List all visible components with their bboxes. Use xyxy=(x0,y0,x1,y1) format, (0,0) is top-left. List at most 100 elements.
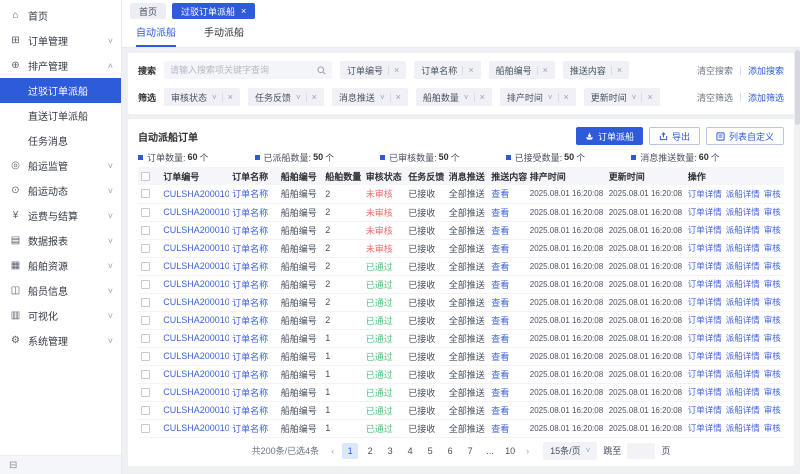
audit-link[interactable]: 审核 xyxy=(764,243,781,253)
order-name-link[interactable]: 订单名称 xyxy=(229,329,278,347)
dispatch-detail-link[interactable]: 派船详情 xyxy=(726,261,760,271)
filter-dropdown-tag[interactable]: 消息推送 ˅ × xyxy=(332,88,408,106)
sidebar-item[interactable]: ¥ 运费与结算 ˅ xyxy=(0,203,121,228)
sidebar-item[interactable]: ⌂ 首页 xyxy=(0,3,121,28)
order-number-link[interactable]: CULSHA200010001 xyxy=(160,311,229,329)
order-name-link[interactable]: 订单名称 xyxy=(229,311,278,329)
order-detail-link[interactable]: 订单详情 xyxy=(688,279,722,289)
dispatch-detail-link[interactable]: 派船详情 xyxy=(726,333,760,343)
push-content-view-link[interactable]: 查看 xyxy=(488,221,526,239)
page-number-button[interactable]: 3 xyxy=(382,443,398,459)
audit-link[interactable]: 审核 xyxy=(764,315,781,325)
filter-dropdown-tag[interactable]: 船舶数量 ˅ × xyxy=(416,88,492,106)
close-icon[interactable]: × xyxy=(396,92,401,102)
close-tab-icon[interactable]: × xyxy=(241,6,246,16)
order-detail-link[interactable]: 订单详情 xyxy=(688,333,722,343)
audit-link[interactable]: 审核 xyxy=(764,351,781,361)
order-detail-link[interactable]: 订单详情 xyxy=(688,405,722,415)
row-checkbox[interactable] xyxy=(141,352,150,361)
order-name-link[interactable]: 订单名称 xyxy=(229,293,278,311)
sidebar-item[interactable]: ▥ 可视化 ˅ xyxy=(0,303,121,328)
push-content-view-link[interactable]: 查看 xyxy=(488,203,526,221)
order-detail-link[interactable]: 订单详情 xyxy=(688,261,722,271)
chevron-down-icon[interactable]: ˅ xyxy=(548,93,553,102)
export-button[interactable]: 导出 xyxy=(649,127,700,145)
row-checkbox[interactable] xyxy=(141,298,150,307)
row-checkbox[interactable] xyxy=(141,262,150,271)
close-icon[interactable]: × xyxy=(647,92,652,102)
order-name-link[interactable]: 订单名称 xyxy=(229,383,278,401)
sidebar-item[interactable]: ▦ 船舶资源 ˅ xyxy=(0,253,121,278)
order-detail-link[interactable]: 订单详情 xyxy=(688,207,722,217)
chevron-down-icon[interactable]: ˅ xyxy=(632,93,637,102)
close-icon[interactable]: × xyxy=(617,65,622,75)
push-content-view-link[interactable]: 查看 xyxy=(488,293,526,311)
page-number-button[interactable]: 10 xyxy=(502,443,518,459)
push-content-view-link[interactable]: 查看 xyxy=(488,185,526,203)
sidebar-item[interactable]: ⚙ 系统管理 ˅ xyxy=(0,328,121,353)
dispatch-order-button[interactable]: 订单派船 xyxy=(576,127,643,145)
search-box[interactable] xyxy=(164,61,332,79)
close-icon[interactable]: × xyxy=(468,65,473,75)
audit-link[interactable]: 审核 xyxy=(764,423,781,433)
row-checkbox[interactable] xyxy=(141,244,150,253)
page-number-button[interactable]: 4 xyxy=(402,443,418,459)
order-detail-link[interactable]: 订单详情 xyxy=(688,351,722,361)
order-number-link[interactable]: CULSHA200010001 xyxy=(160,347,229,365)
filter-dropdown-tag[interactable]: 审核状态 ˅ × xyxy=(164,88,240,106)
sidebar-item[interactable]: ⊕ 排产管理 ˄ xyxy=(0,53,121,78)
order-detail-link[interactable]: 订单详情 xyxy=(688,297,722,307)
row-checkbox[interactable] xyxy=(141,208,150,217)
order-name-link[interactable]: 订单名称 xyxy=(229,275,278,293)
next-page-button[interactable]: › xyxy=(524,446,531,456)
page-number-button[interactable]: 6 xyxy=(442,443,458,459)
order-name-link[interactable]: 订单名称 xyxy=(229,221,278,239)
order-name-link[interactable]: 订单名称 xyxy=(229,401,278,419)
sidebar-item[interactable]: ⊙ 船运动态 ˅ xyxy=(0,178,121,203)
push-content-view-link[interactable]: 查看 xyxy=(488,257,526,275)
row-checkbox[interactable] xyxy=(141,316,150,325)
push-content-view-link[interactable]: 查看 xyxy=(488,275,526,293)
close-icon[interactable]: × xyxy=(543,65,548,75)
row-checkbox[interactable] xyxy=(141,280,150,289)
filter-dropdown-tag[interactable]: 排产时间 ˅ × xyxy=(500,88,576,106)
row-checkbox[interactable] xyxy=(141,334,150,343)
page-number-button[interactable]: 5 xyxy=(422,443,438,459)
sidebar-item[interactable]: 过驳订单派船 xyxy=(0,78,121,103)
order-detail-link[interactable]: 订单详情 xyxy=(688,225,722,235)
order-name-link[interactable]: 订单名称 xyxy=(229,203,278,221)
clear-filter-button[interactable]: 清空筛选 xyxy=(697,91,733,104)
dispatch-detail-link[interactable]: 派船详情 xyxy=(726,297,760,307)
chevron-down-icon[interactable]: ˅ xyxy=(380,93,385,102)
chevron-down-icon[interactable]: ˅ xyxy=(212,93,217,102)
sidebar-item[interactable]: 直送订单派船 xyxy=(0,103,121,128)
sidebar-item[interactable]: ⊞ 订单管理 ˅ xyxy=(0,28,121,53)
dispatch-detail-link[interactable]: 派船详情 xyxy=(726,405,760,415)
select-all-checkbox[interactable] xyxy=(141,172,150,181)
search-tag[interactable]: 订单名称 × xyxy=(414,61,480,79)
audit-link[interactable]: 审核 xyxy=(764,279,781,289)
order-number-link[interactable]: CULSHA200010001 xyxy=(160,383,229,401)
order-detail-link[interactable]: 订单详情 xyxy=(688,315,722,325)
audit-link[interactable]: 审核 xyxy=(764,369,781,379)
jump-page-input[interactable] xyxy=(627,443,655,459)
close-icon[interactable]: × xyxy=(228,92,233,102)
push-content-view-link[interactable]: 查看 xyxy=(488,365,526,383)
order-name-link[interactable]: 订单名称 xyxy=(229,257,278,275)
audit-link[interactable]: 审核 xyxy=(764,297,781,307)
order-name-link[interactable]: 订单名称 xyxy=(229,365,278,383)
tab-home[interactable]: 首页 xyxy=(130,3,166,19)
order-detail-link[interactable]: 订单详情 xyxy=(688,423,722,433)
dispatch-detail-link[interactable]: 派船详情 xyxy=(726,243,760,253)
collapse-sidebar-icon[interactable]: ⊟ xyxy=(9,460,17,471)
order-name-link[interactable]: 订单名称 xyxy=(229,239,278,257)
dispatch-detail-link[interactable]: 派船详情 xyxy=(726,315,760,325)
add-search-button[interactable]: 添加搜索 xyxy=(748,64,784,77)
search-tag[interactable]: 订单编号 × xyxy=(340,61,406,79)
audit-link[interactable]: 审核 xyxy=(764,225,781,235)
row-checkbox[interactable] xyxy=(141,189,150,198)
audit-link[interactable]: 审核 xyxy=(764,333,781,343)
page-number-button[interactable]: ... xyxy=(482,443,498,459)
sidebar-item[interactable]: ◎ 船运监管 ˅ xyxy=(0,153,121,178)
dispatch-detail-link[interactable]: 派船详情 xyxy=(726,189,760,199)
